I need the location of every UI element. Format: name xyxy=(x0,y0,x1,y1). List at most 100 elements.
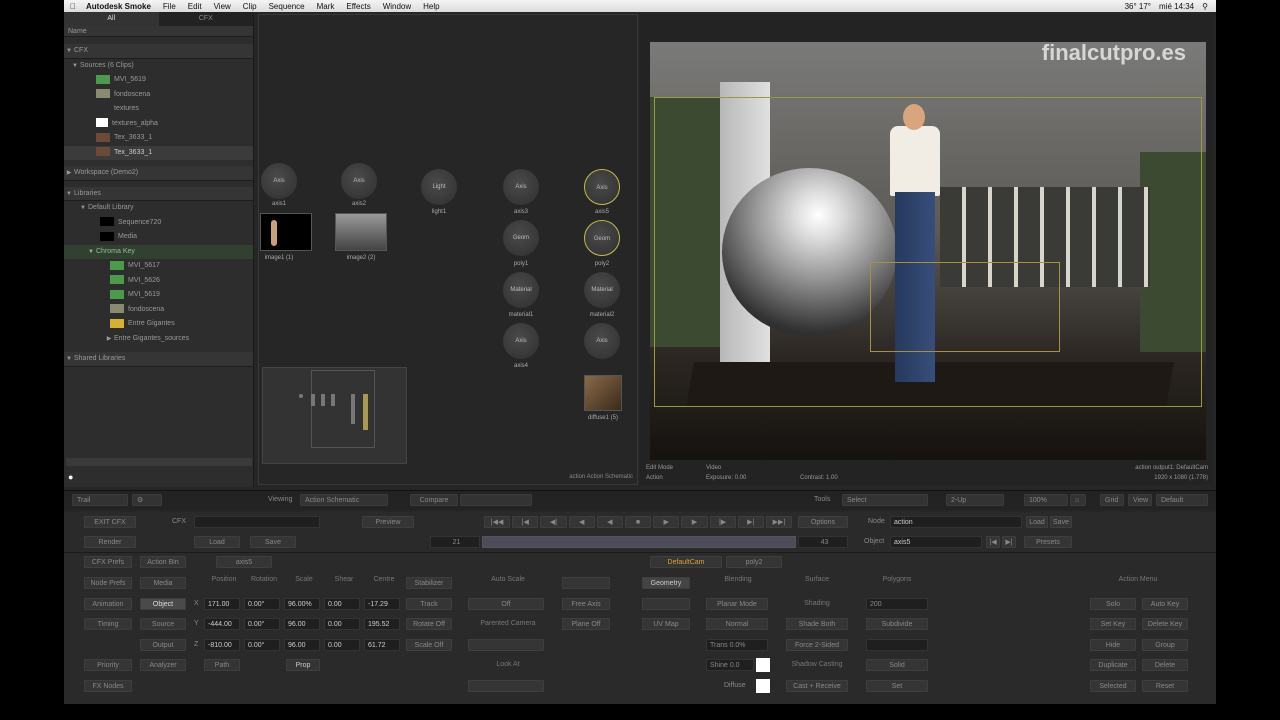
uv-map-dropdown[interactable]: UV Map xyxy=(642,618,690,630)
scale-z[interactable]: 96.00 xyxy=(284,639,320,651)
app-menu[interactable]: Autodesk Smoke xyxy=(82,2,157,11)
play-icon[interactable]: ▶ xyxy=(653,516,680,528)
save-dropdown[interactable]: Save xyxy=(250,536,296,548)
free-axis-top-button[interactable] xyxy=(562,577,610,589)
prev-frame-icon[interactable]: ◀ xyxy=(568,516,595,528)
group-button[interactable]: Group xyxy=(1142,639,1188,651)
source-button[interactable]: Source xyxy=(140,618,186,630)
play-reverse-icon[interactable]: ◀ xyxy=(596,516,623,528)
geometry-dropdown[interactable]: Geometry xyxy=(642,577,690,589)
prop-toggle[interactable]: Prop xyxy=(286,659,320,671)
hide-button[interactable]: Hide xyxy=(1090,639,1136,651)
compare-field[interactable] xyxy=(460,494,532,506)
object-field[interactable]: axis5 xyxy=(890,536,982,548)
frame-start[interactable]: 21 xyxy=(430,536,480,548)
object-button[interactable]: Object xyxy=(140,598,186,610)
shear-y[interactable]: 0.00 xyxy=(324,618,360,630)
disclosure-icon[interactable]: ▶ xyxy=(64,166,74,181)
compare-button[interactable]: Compare xyxy=(410,494,458,506)
image2-thumbnail[interactable] xyxy=(335,213,387,251)
cfx-name-field[interactable] xyxy=(194,516,320,528)
auto-key-button[interactable]: Auto Key xyxy=(1142,598,1188,610)
render-viewport[interactable]: finalcutpro.es xyxy=(650,42,1206,460)
tree-libraries[interactable]: ▼ Libraries xyxy=(64,186,253,201)
polygons-field[interactable]: 200 xyxy=(866,598,928,610)
menu-mark[interactable]: Mark xyxy=(311,2,341,11)
exit-cfx-button[interactable]: EXIT CFX xyxy=(84,516,136,528)
priority-button[interactable]: Priority xyxy=(84,659,132,671)
node-axis[interactable]: Axis xyxy=(341,163,377,199)
position-y[interactable]: -444.00 xyxy=(204,618,240,630)
node-geom[interactable]: Geom xyxy=(503,220,539,256)
delete-button[interactable]: Delete xyxy=(1142,659,1188,671)
tree-workspace[interactable]: ▶ Workspace (Demo2) xyxy=(64,166,253,181)
menu-edit[interactable]: Edit xyxy=(182,2,208,11)
record-dot-icon[interactable]: ● xyxy=(68,472,80,484)
presets-dropdown[interactable]: Presets xyxy=(1024,536,1072,548)
node-axis[interactable]: Axis xyxy=(503,323,539,359)
shine-field[interactable]: Shine 0.0 xyxy=(706,659,754,671)
selected-dropdown[interactable]: Selected xyxy=(1090,680,1136,692)
diffuse-thumbnail[interactable] xyxy=(584,375,622,411)
disclosure-icon[interactable]: ▼ xyxy=(86,245,96,260)
transparency-field[interactable]: Trans 0.0% xyxy=(706,639,768,651)
load-button[interactable]: Load xyxy=(1026,516,1048,528)
scale-y[interactable]: 96.00 xyxy=(284,618,320,630)
auto-scale-dropdown[interactable]: Off xyxy=(468,598,544,610)
library-item[interactable]: Entre Gigantes xyxy=(64,317,253,332)
shear-z[interactable]: 0.00 xyxy=(324,639,360,651)
shear-x[interactable]: 0.00 xyxy=(324,598,360,610)
timeline-bar[interactable] xyxy=(482,536,796,548)
menu-effects[interactable]: Effects xyxy=(340,2,376,11)
disclosure-icon[interactable]: ▶ xyxy=(104,332,114,347)
diffuse-color-swatch[interactable] xyxy=(756,679,770,693)
gear-icon[interactable]: ⚙ xyxy=(132,494,162,506)
animation-button[interactable]: Animation xyxy=(84,598,132,610)
column-header-name[interactable]: Name xyxy=(64,26,253,37)
view-mode-dropdown[interactable]: 2-Up xyxy=(946,494,1004,506)
image1-thumbnail[interactable] xyxy=(260,213,312,251)
rotation-y[interactable]: 0.00° xyxy=(244,618,280,630)
node-material[interactable]: Material xyxy=(503,272,539,308)
track-dropdown[interactable]: Track xyxy=(406,598,452,610)
scale-x[interactable]: 96.00% xyxy=(284,598,320,610)
disclosure-icon[interactable]: ▼ xyxy=(78,201,88,216)
menu-window[interactable]: Window xyxy=(377,2,417,11)
options-dropdown[interactable]: Options xyxy=(798,516,848,528)
schematic-navigator[interactable] xyxy=(262,367,407,464)
tab-cfx[interactable]: CFX xyxy=(159,12,254,26)
subdivide-field[interactable] xyxy=(866,639,928,651)
stop-icon[interactable]: ■ xyxy=(624,516,652,528)
rotate-off-dropdown[interactable]: Rotate Off xyxy=(406,618,452,630)
shine-color-swatch[interactable] xyxy=(756,658,770,672)
cfx-prefs-button[interactable]: CFX Prefs xyxy=(84,556,132,568)
disclosure-icon[interactable]: ▼ xyxy=(64,44,74,59)
look-at-field[interactable] xyxy=(468,680,544,692)
library-item[interactable]: Media xyxy=(64,230,253,245)
geometry-option-field[interactable] xyxy=(642,598,690,610)
disclosure-icon[interactable]: ▼ xyxy=(64,352,74,367)
node-axis[interactable]: Axis xyxy=(584,323,620,359)
menu-file[interactable]: File xyxy=(157,2,182,11)
tree-default-library[interactable]: ▼ Default Library xyxy=(64,201,253,216)
clip-row[interactable]: MVI_5619 xyxy=(64,73,253,88)
select-tool-dropdown[interactable]: Select xyxy=(842,494,928,506)
analyzer-button[interactable]: Analyzer xyxy=(140,659,186,671)
trail-dropdown[interactable]: Trail xyxy=(72,494,128,506)
step-back-icon[interactable]: ◀| xyxy=(540,516,567,528)
clip-row[interactable]: textures_alpha xyxy=(64,117,253,132)
delete-key-button[interactable]: Delete Key xyxy=(1142,618,1188,630)
scale-off-dropdown[interactable]: Scale Off xyxy=(406,639,452,651)
clip-row[interactable]: Tex_3633_1 xyxy=(64,131,253,146)
centre-x[interactable]: -17.29 xyxy=(364,598,400,610)
menu-clip[interactable]: Clip xyxy=(237,2,263,11)
library-item[interactable]: MVI_5617 xyxy=(64,259,253,274)
media-button[interactable]: Media xyxy=(140,577,186,589)
action-bin-button[interactable]: Action Bin xyxy=(140,556,186,568)
apple-icon[interactable]:  xyxy=(64,2,82,11)
timing-button[interactable]: Timing xyxy=(84,618,132,630)
viewing-dropdown[interactable]: Action Schematic xyxy=(300,494,388,506)
duplicate-button[interactable]: Duplicate xyxy=(1090,659,1136,671)
free-axis-button[interactable]: Free Axis xyxy=(562,598,610,610)
clip-row[interactable]: Tex_3633_1 xyxy=(64,145,253,160)
